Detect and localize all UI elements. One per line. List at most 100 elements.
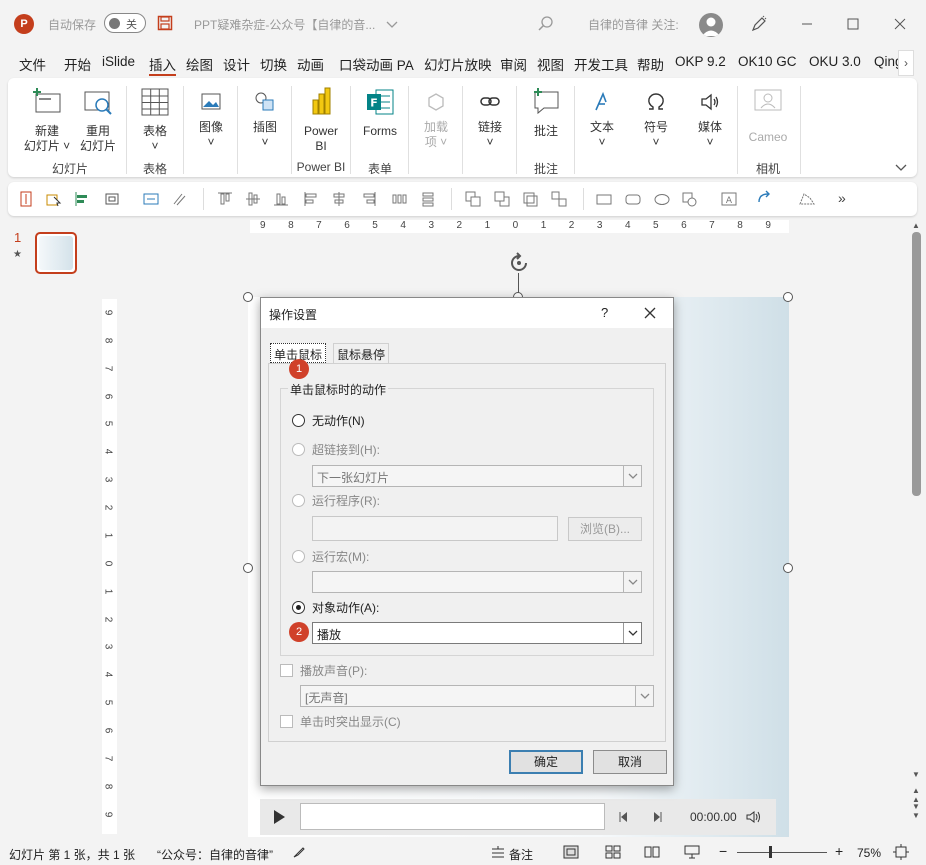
scroll-down-icon[interactable]: ▼ (912, 770, 920, 779)
format-painter-icon[interactable] (170, 190, 188, 208)
textbox-icon[interactable] (142, 190, 160, 208)
document-title[interactable]: PPT疑难杂症-公众号【自律的音... (194, 16, 375, 33)
cancel-button[interactable]: 取消 (593, 750, 667, 774)
slideshow-icon[interactable] (684, 845, 700, 859)
tab-view[interactable]: 视图 (537, 54, 564, 76)
fit-to-window-icon[interactable] (893, 844, 909, 860)
new-slide-button[interactable]: 新建 幻灯片 ˅ (20, 86, 74, 154)
layers-icon[interactable] (521, 190, 539, 208)
autosave-toggle[interactable]: 关 (104, 13, 146, 33)
skip-back-icon[interactable] (617, 810, 631, 824)
radio-hyperlink[interactable] (292, 443, 305, 456)
tab-animations[interactable]: 动画 (297, 54, 324, 76)
align-left-icon[interactable] (302, 190, 320, 208)
play-sound-checkbox[interactable] (280, 664, 293, 677)
resize-handle[interactable] (783, 292, 793, 302)
help-button[interactable]: ? (601, 305, 608, 320)
chevron-down-icon[interactable] (386, 19, 398, 29)
resize-handle[interactable] (783, 563, 793, 573)
reading-view-icon[interactable] (644, 845, 660, 859)
shape-fill-icon[interactable] (681, 190, 699, 208)
tab-slideshow[interactable]: 幻灯片放映 (424, 54, 492, 76)
zoom-out-button[interactable]: − (719, 843, 727, 859)
addins-button[interactable]: 加载 项 ˅ (416, 86, 456, 150)
align-middle-icon[interactable] (244, 190, 262, 208)
tab-transitions[interactable]: 切换 (260, 54, 287, 76)
zoom-in-button[interactable]: + (835, 843, 843, 859)
program-path-input[interactable] (312, 516, 558, 541)
cameo-button[interactable]: Cameo (744, 86, 792, 145)
chevron-down-icon[interactable] (894, 160, 908, 174)
distribute-horizontal-icon[interactable] (390, 190, 408, 208)
ungroup-icon[interactable] (550, 190, 568, 208)
forms-button[interactable]: F Forms (358, 86, 402, 139)
rotate-icon[interactable] (756, 190, 774, 208)
user-avatar[interactable] (699, 13, 723, 37)
skip-forward-icon[interactable] (650, 810, 664, 824)
minimize-icon[interactable] (795, 13, 819, 35)
tab-file[interactable]: 文件 (19, 54, 46, 76)
hyperlink-select[interactable]: 下一张幻灯片 (312, 465, 642, 487)
zoom-level[interactable]: 75% (857, 846, 881, 860)
distribute-vertical-icon[interactable] (419, 190, 437, 208)
align-icon[interactable] (73, 190, 91, 208)
highlight-checkbox[interactable] (280, 715, 293, 728)
zoom-slider-track[interactable] (737, 852, 827, 853)
edit-points-icon[interactable] (798, 190, 816, 208)
zoom-slider-thumb[interactable] (768, 846, 772, 858)
align-top-icon[interactable] (216, 190, 234, 208)
search-icon[interactable] (537, 15, 555, 33)
sound-select[interactable]: [无声音] (300, 685, 654, 707)
volume-icon[interactable] (745, 808, 763, 826)
radio-run-program[interactable] (292, 494, 305, 507)
more-tools-button[interactable]: » (838, 190, 846, 206)
align-bottom-icon[interactable] (272, 190, 290, 208)
ellipse-icon[interactable] (653, 190, 671, 208)
table-button[interactable]: 表格 ˅ (136, 86, 174, 154)
media-button[interactable]: 媒体 ˅ (690, 86, 730, 150)
tab-okp[interactable]: OKP 9.2 (675, 54, 726, 76)
ok-button[interactable]: 确定 (509, 750, 583, 774)
align-center-icon[interactable] (330, 190, 348, 208)
text-fill-icon[interactable]: A (720, 190, 738, 208)
align-right-icon[interactable] (360, 190, 378, 208)
close-icon[interactable] (641, 304, 659, 322)
tab-ok10[interactable]: OK10 GC (738, 54, 797, 76)
pen-icon[interactable] (750, 15, 768, 33)
select-objects-icon[interactable] (45, 190, 63, 208)
powerbi-button[interactable]: Power BI (298, 86, 344, 154)
images-button[interactable]: 图像 ˅ (192, 86, 230, 150)
tab-design[interactable]: 设计 (223, 54, 250, 76)
radio-run-macro[interactable] (292, 550, 305, 563)
tab-pocket-animation[interactable]: 口袋动画 PA (339, 54, 414, 76)
tab-draw[interactable]: 绘图 (186, 54, 213, 76)
chevron-right-icon[interactable]: › (898, 50, 914, 76)
tab-help[interactable]: 帮助 (637, 54, 664, 76)
browse-button[interactable]: 浏览(B)... (568, 517, 642, 541)
link-button[interactable]: 链接 ˅ (470, 86, 510, 150)
tab-home[interactable]: 开始 (64, 54, 91, 76)
media-progress-bar[interactable] (300, 803, 605, 830)
tab-review[interactable]: 审阅 (500, 54, 527, 76)
tab-qing[interactable]: Qing (874, 54, 898, 76)
object-action-select[interactable]: 播放 (312, 622, 642, 644)
macro-select[interactable] (312, 571, 642, 593)
resize-handle[interactable] (243, 563, 253, 573)
illustrations-button[interactable]: 插图 ˅ (246, 86, 284, 150)
tab-islide[interactable]: iSlide (102, 54, 135, 76)
symbol-button[interactable]: 符号 ˅ (636, 86, 676, 150)
notes-button[interactable]: 备注 (509, 846, 533, 863)
accessibility-icon[interactable] (292, 845, 306, 859)
send-backward-icon[interactable] (493, 190, 511, 208)
tab-mouse-over[interactable]: 鼠标悬停 (333, 343, 390, 363)
radio-no-action[interactable] (292, 414, 305, 427)
normal-view-icon[interactable] (563, 845, 579, 859)
resize-handle[interactable] (243, 292, 253, 302)
group-icon[interactable] (103, 190, 121, 208)
save-icon[interactable] (157, 15, 173, 31)
scrollbar-thumb[interactable] (912, 232, 921, 496)
tab-oku[interactable]: OKU 3.0 (809, 54, 861, 76)
bring-forward-icon[interactable] (464, 190, 482, 208)
radio-object-action[interactable] (292, 601, 305, 614)
next-slide-icon[interactable]: ▼ ▼ (912, 802, 920, 820)
